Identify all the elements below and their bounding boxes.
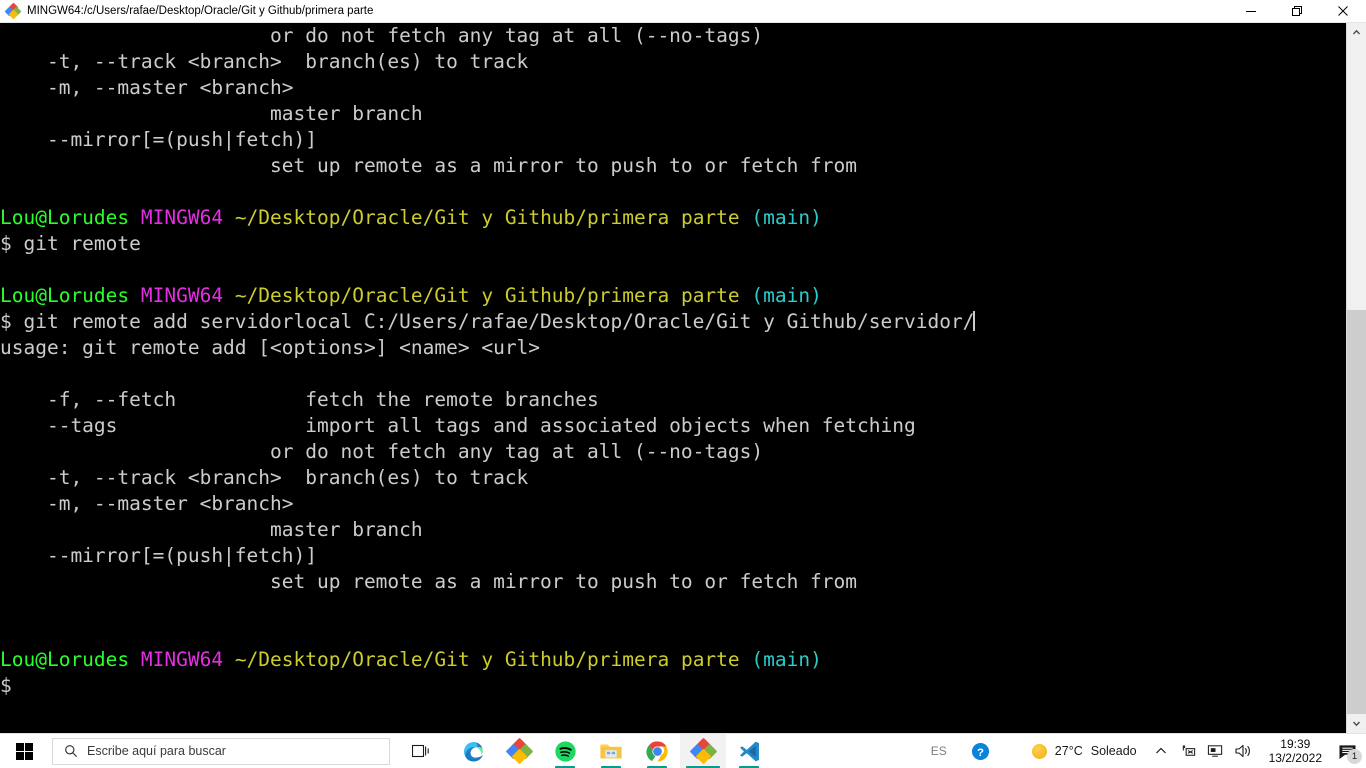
terminal-line: or do not fetch any tag at all (--no-tag… — [0, 440, 764, 463]
weather-temperature: 27°C — [1054, 744, 1083, 758]
language-indicator[interactable]: ES — [919, 744, 959, 758]
terminal-line: --tags import all tags and associated ob… — [0, 414, 916, 437]
terminal-line: master branch — [0, 102, 423, 125]
notifications-count-badge: 1 — [1347, 748, 1362, 764]
display-settings-button[interactable] — [1202, 743, 1229, 759]
clock-time: 19:39 — [1280, 737, 1311, 751]
terminal-line: -t, --track <branch> branch(es) to track — [0, 466, 529, 489]
search-input[interactable]: Escribe aquí para buscar — [52, 737, 390, 765]
chrome-icon — [645, 740, 668, 762]
desktop-screen: MINGW64:/c/Users/rafae/Desktop/Oracle/Gi… — [0, 0, 1366, 768]
svg-text:?: ? — [977, 746, 984, 758]
scrollbar-track[interactable] — [1347, 42, 1366, 714]
windows-taskbar: Escribe aquí para buscar ES ? 27°C Solea… — [0, 733, 1366, 768]
vscode-icon — [739, 741, 759, 761]
taskbar-item-git-bash-window[interactable] — [680, 733, 726, 768]
terminal-line: --mirror[=(push|fetch)] — [0, 128, 317, 151]
clock[interactable]: 19:39 13/2/2022 — [1257, 737, 1332, 765]
terminal-command-line: $ git remote add servidorlocal C:/Users/… — [0, 310, 976, 333]
task-view-button[interactable] — [398, 734, 444, 768]
weather-widget[interactable]: 27°C Soleado — [1002, 743, 1143, 759]
terminal-line: -m, --master <branch> — [0, 492, 294, 515]
git-bash-icon — [4, 2, 22, 20]
terminal-line: $ git remote — [0, 232, 141, 255]
terminal-line: -t, --track <branch> branch(es) to track — [0, 50, 529, 73]
taskbar-apps — [450, 733, 772, 768]
edge-icon — [463, 741, 483, 761]
terminal-prompt-line: Lou@Lorudes MINGW64 ~/Desktop/Oracle/Git… — [0, 284, 822, 307]
terminal-line: set up remote as a mirror to push to or … — [0, 154, 858, 177]
terminal-line: --mirror[=(push|fetch)] — [0, 544, 317, 567]
taskbar-item-spotify[interactable] — [542, 734, 588, 768]
windows-logo-icon — [15, 742, 33, 760]
terminal-line: or do not fetch any tag at all (--no-tag… — [0, 24, 764, 47]
taskbar-item-visual-studio-code[interactable] — [726, 734, 772, 768]
text-cursor — [973, 311, 976, 331]
git-bash-icon — [689, 737, 718, 765]
window-title-bar[interactable]: MINGW64:/c/Users/rafae/Desktop/Oracle/Gi… — [0, 0, 1366, 23]
taskbar-item-microsoft-edge[interactable] — [450, 734, 496, 768]
terminal-line: usage: git remote add [<options>] <name>… — [0, 336, 541, 359]
window-controls — [1228, 0, 1366, 23]
terminal-line: set up remote as a mirror to push to or … — [0, 570, 858, 593]
git-bash-icon — [505, 737, 534, 765]
system-tray: ES ? 27°C Soleado 19:39 13/2/2022 1 — [919, 734, 1366, 768]
terminal-line: master branch — [0, 518, 423, 541]
chevron-up-icon — [1155, 747, 1166, 754]
terminal-text: or do not fetch any tag at all (--no-tag… — [0, 23, 1346, 699]
taskbar-item-google-chrome[interactable] — [634, 734, 680, 768]
notifications-button[interactable]: 1 — [1332, 734, 1362, 768]
terminal-line: $ — [0, 674, 12, 697]
terminal-scrollbar[interactable] — [1346, 23, 1366, 733]
minimize-button[interactable] — [1228, 0, 1274, 23]
folder-icon — [600, 744, 622, 759]
taskbar-item-git-bash[interactable] — [496, 734, 542, 768]
network-error-icon — [1182, 745, 1195, 756]
weather-description: Soleado — [1090, 744, 1137, 758]
terminal-line: -m, --master <branch> — [0, 76, 294, 99]
monitor-icon — [1207, 745, 1222, 757]
help-button[interactable]: ? — [959, 742, 1002, 761]
start-button[interactable] — [0, 734, 48, 768]
scrollbar-thumb[interactable] — [1347, 310, 1366, 714]
scrollbar-down-arrow[interactable] — [1347, 714, 1366, 733]
network-status-button[interactable] — [1175, 743, 1202, 759]
terminal-output-area[interactable]: or do not fetch any tag at all (--no-tag… — [0, 23, 1346, 733]
terminal-prompt-line: Lou@Lorudes MINGW64 ~/Desktop/Oracle/Git… — [0, 648, 822, 671]
terminal-prompt-line: Lou@Lorudes MINGW64 ~/Desktop/Oracle/Git… — [0, 206, 822, 229]
speaker-icon — [1235, 744, 1250, 758]
help-circle-icon: ? — [971, 742, 989, 760]
taskbar-item-file-explorer[interactable] — [588, 734, 634, 768]
clock-date: 13/2/2022 — [1268, 751, 1322, 765]
maximize-restore-button[interactable] — [1274, 0, 1320, 23]
scrollbar-up-arrow[interactable] — [1347, 23, 1366, 42]
terminal-line: -f, --fetch fetch the remote branches — [0, 388, 599, 411]
task-view-icon — [412, 744, 429, 758]
show-hidden-icons-button[interactable] — [1143, 745, 1175, 757]
spotify-icon — [554, 740, 576, 762]
search-placeholder: Escribe aquí para buscar — [87, 744, 226, 758]
search-icon — [64, 744, 78, 758]
close-button[interactable] — [1320, 0, 1366, 23]
volume-button[interactable] — [1229, 743, 1257, 759]
sun-icon — [1031, 743, 1047, 759]
window-title: MINGW64:/c/Users/rafae/Desktop/Oracle/Gi… — [27, 5, 374, 17]
